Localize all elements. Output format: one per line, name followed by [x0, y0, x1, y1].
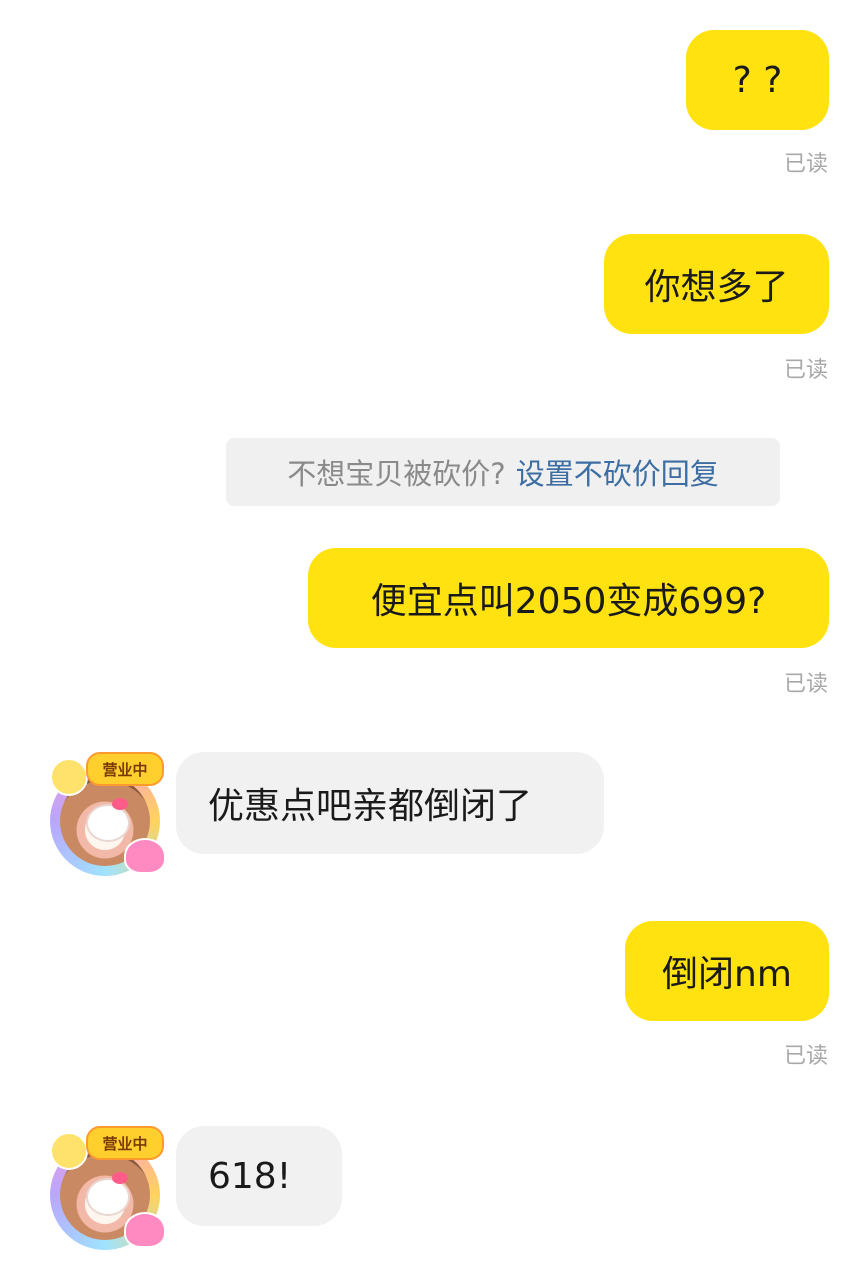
read-receipt: 已读: [783, 358, 828, 383]
incoming-message-bubble[interactable]: 优惠点吧亲都倒闭了: [176, 752, 604, 854]
outgoing-message-bubble[interactable]: 倒闭nm: [625, 921, 829, 1021]
incoming-message-bubble[interactable]: 618!: [176, 1126, 342, 1226]
chick-sticker-icon: [50, 1132, 88, 1170]
set-no-bargain-reply-link[interactable]: 设置不砍价回复: [516, 451, 719, 493]
outgoing-message-bubble[interactable]: 你想多了: [604, 234, 829, 334]
seller-avatar[interactable]: 营业中: [48, 1126, 168, 1250]
kitty-figure-icon: [86, 1178, 130, 1216]
tip-question: 不想宝贝被砍价?: [287, 457, 506, 491]
open-status-badge: 营业中: [86, 752, 164, 786]
octopus-sticker-icon: [124, 838, 166, 874]
read-receipt: 已读: [783, 1044, 828, 1069]
bow-icon: [112, 798, 128, 810]
bow-icon: [112, 1172, 128, 1184]
kitty-figure-icon: [86, 804, 130, 842]
outgoing-message-bubble[interactable]: 便宜点叫2050变成699?: [308, 548, 829, 648]
chick-sticker-icon: [50, 758, 88, 796]
seller-avatar[interactable]: 营业中: [48, 752, 168, 876]
read-receipt: 已读: [783, 672, 828, 697]
read-receipt: 已读: [783, 152, 828, 177]
no-bargain-tip: 不想宝贝被砍价? 设置不砍价回复: [226, 438, 780, 506]
octopus-sticker-icon: [124, 1212, 166, 1248]
open-status-badge: 营业中: [86, 1126, 164, 1160]
outgoing-message-bubble[interactable]: ? ?: [686, 30, 829, 130]
